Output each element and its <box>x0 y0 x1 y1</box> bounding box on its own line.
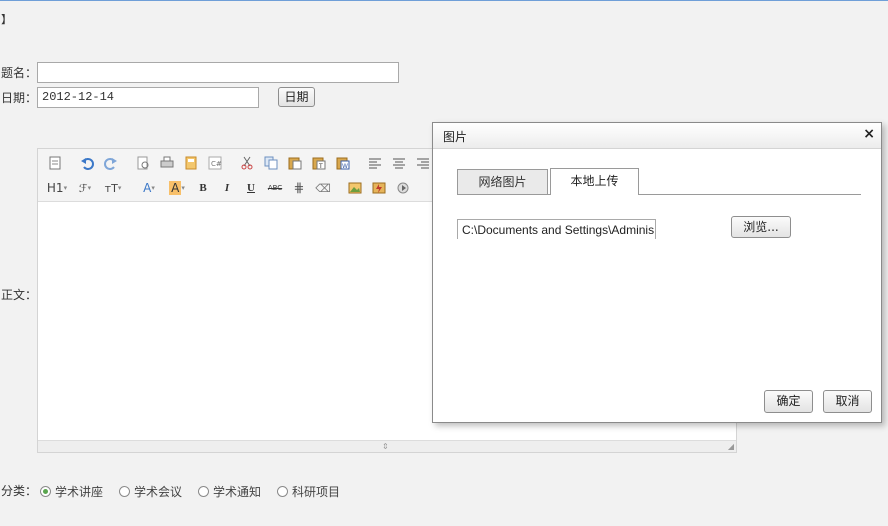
image-icon[interactable] <box>344 178 366 198</box>
category-radio-group: 学术讲座 学术会议 学术通知 科研项目 <box>40 483 356 500</box>
category-label: 分类： <box>1 484 38 498</box>
cut-icon[interactable] <box>236 153 258 173</box>
cancel-button[interactable]: 取消 <box>823 390 872 413</box>
source-icon[interactable] <box>44 153 66 173</box>
svg-text:C#: C# <box>211 160 222 168</box>
paste-icon[interactable] <box>284 153 306 173</box>
align-right-icon[interactable] <box>412 153 434 173</box>
heading-icon[interactable]: H1 ▾ <box>44 178 70 198</box>
radio-xueshu-huiyi[interactable]: 学术会议 <box>119 483 182 500</box>
font-color-icon[interactable]: A ▾ <box>136 178 162 198</box>
font-family-icon[interactable]: ℱ ▾ <box>72 178 98 198</box>
svg-text:T: T <box>318 163 323 170</box>
resize-grip-icon[interactable]: ⇕ <box>382 442 389 451</box>
top-border-line <box>0 0 888 1</box>
radio-xueshu-tongzhi[interactable]: 学术通知 <box>198 483 261 500</box>
radio-label: 学术会议 <box>134 485 183 499</box>
media-icon[interactable] <box>392 178 414 198</box>
ok-button[interactable]: 确定 <box>764 390 813 413</box>
underline-icon[interactable]: U <box>240 178 262 198</box>
radio-label: 学术通知 <box>213 485 262 499</box>
line-height-icon[interactable]: ⋕ <box>288 178 310 198</box>
radio-unchecked-icon[interactable] <box>277 486 289 497</box>
undo-icon[interactable] <box>76 153 98 173</box>
svg-text:W: W <box>342 163 348 170</box>
redo-icon[interactable] <box>100 153 122 173</box>
font-size-icon[interactable]: тT ▾ <box>100 178 126 198</box>
editor-statusbar: ⇕ ◢ <box>38 440 736 452</box>
body-label: 正文： <box>1 288 38 302</box>
code-icon[interactable]: C# <box>204 153 226 173</box>
date-label: 日期： <box>1 91 38 105</box>
dialog-title: 图片 <box>443 130 468 144</box>
radio-unchecked-icon[interactable] <box>119 486 131 497</box>
title-label: 题名： <box>1 66 38 80</box>
dialog-titlebar[interactable]: 图片 × <box>433 123 881 149</box>
italic-icon[interactable]: I <box>216 178 238 198</box>
radio-unchecked-icon[interactable] <box>198 486 210 497</box>
corner-mark: 】 <box>1 13 12 26</box>
radio-label: 学术讲座 <box>55 485 104 499</box>
radio-keyan-xiangmu[interactable]: 科研项目 <box>277 483 340 500</box>
strikethrough-icon[interactable]: ABC <box>264 178 286 198</box>
print-icon[interactable] <box>156 153 178 173</box>
flash-icon[interactable] <box>368 178 390 198</box>
date-input[interactable]: 2012-12-14 <box>37 87 259 108</box>
toolbar-row-2: H1 ▾ ℱ ▾ тT ▾ A ▾ A ▾ B I U ABC ⋕ ⌫ <box>44 177 416 199</box>
align-left-icon[interactable] <box>364 153 386 173</box>
toolbar-row-1: C# T W <box>44 152 460 174</box>
radio-xueshu-jiangzuo[interactable]: 学术讲座 <box>40 483 103 500</box>
template-icon[interactable] <box>180 153 202 173</box>
highlight-icon[interactable]: A ▾ <box>164 178 190 198</box>
radio-label: 科研项目 <box>292 485 341 499</box>
dialog-tabs: 网络图片 本地上传 <box>457 168 861 195</box>
bold-icon[interactable]: B <box>192 178 214 198</box>
align-center-icon[interactable] <box>388 153 410 173</box>
close-icon[interactable]: × <box>863 126 875 142</box>
preview-icon[interactable] <box>132 153 154 173</box>
paste-text-icon[interactable]: T <box>308 153 330 173</box>
date-picker-button[interactable]: 日期 <box>278 87 315 107</box>
image-dialog: 图片 × 网络图片 本地上传 C:\Documents and Settings… <box>432 122 882 423</box>
file-path-input[interactable]: C:\Documents and Settings\Adminis <box>457 219 656 239</box>
paste-word-icon[interactable]: W <box>332 153 354 173</box>
title-input[interactable] <box>37 62 399 83</box>
tab-local-upload[interactable]: 本地上传 <box>550 168 639 195</box>
copy-icon[interactable] <box>260 153 282 173</box>
remove-format-icon[interactable]: ⌫ <box>312 178 334 198</box>
browse-button[interactable]: 浏览... <box>731 216 791 238</box>
corner-resize-icon[interactable]: ◢ <box>728 442 734 451</box>
radio-checked-icon[interactable] <box>40 486 51 497</box>
tab-network-image[interactable]: 网络图片 <box>457 169 548 194</box>
